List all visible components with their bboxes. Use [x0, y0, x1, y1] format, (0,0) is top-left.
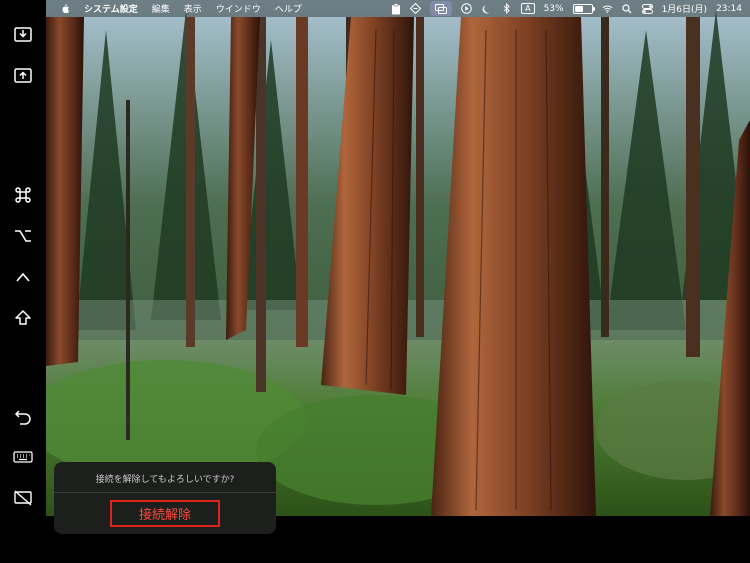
menubar-date[interactable]: 1月6日(月): [662, 2, 707, 15]
spotlight-search-icon[interactable]: [622, 3, 633, 14]
control-center-icon[interactable]: [641, 3, 653, 14]
command-key-icon[interactable]: [9, 181, 37, 209]
forest-wallpaper-image: [46, 0, 750, 516]
clipboard-icon[interactable]: [390, 2, 401, 14]
apple-logo-icon[interactable]: [60, 3, 70, 14]
menubar-time[interactable]: 23:14: [716, 4, 742, 14]
tray-download-icon[interactable]: [9, 20, 37, 48]
location-diamond-icon[interactable]: [410, 3, 422, 14]
keyboard-icon[interactable]: [9, 443, 37, 471]
battery-icon[interactable]: [572, 3, 595, 14]
shift-key-icon[interactable]: [9, 304, 37, 332]
sidecar-sidebar: [0, 0, 46, 563]
disconnect-display-icon[interactable]: [9, 484, 37, 512]
disconnect-popup: 接続を解除してもよろしいですか? 接続解除: [54, 462, 276, 534]
disconnect-confirm-message: 接続を解除してもよろしいですか?: [95, 475, 235, 485]
popup-divider: [54, 492, 276, 493]
wifi-icon[interactable]: [602, 3, 613, 14]
menu-view[interactable]: 表示: [184, 2, 202, 15]
play-circle-icon[interactable]: [461, 3, 472, 14]
option-key-icon[interactable]: [9, 222, 37, 250]
screen-mirroring-icon[interactable]: [430, 1, 453, 16]
focus-moon-icon[interactable]: [481, 3, 492, 14]
tray-upload-icon[interactable]: [9, 61, 37, 89]
menu-edit[interactable]: 編集: [152, 2, 170, 15]
bluetooth-icon[interactable]: [501, 3, 512, 14]
undo-icon[interactable]: [9, 403, 37, 431]
battery-percent: 53%: [543, 3, 564, 14]
menu-bar: システム設定 編集 表示 ウインドウ ヘルプ A 53% 1月6日(月) 23:…: [46, 0, 750, 17]
status-area: A 53% 1月6日(月) 23:14: [381, 0, 742, 17]
desktop-wallpaper: システム設定 編集 表示 ウインドウ ヘルプ A 53% 1月6日(月) 23:…: [46, 0, 750, 516]
battery-level-fill: [574, 5, 584, 12]
input-source-indicator[interactable]: A: [521, 3, 535, 14]
disconnect-button[interactable]: 接続解除: [110, 500, 220, 527]
app-menu[interactable]: システム設定: [84, 2, 138, 15]
menu-help[interactable]: ヘルプ: [275, 2, 302, 15]
control-key-icon[interactable]: [9, 263, 37, 291]
menu-window[interactable]: ウインドウ: [216, 2, 261, 15]
